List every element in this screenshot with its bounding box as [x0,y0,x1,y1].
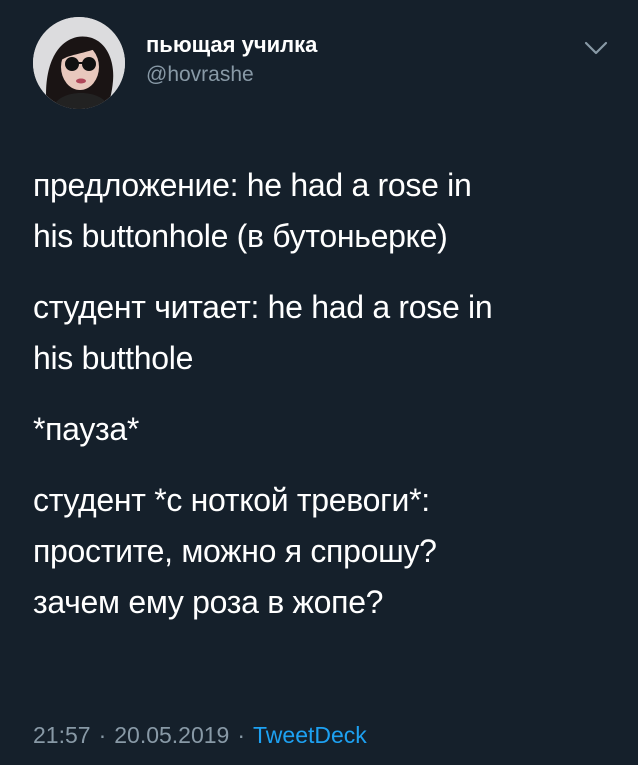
chevron-down-icon [584,41,608,55]
tweet: пьющая училка @hovrashe предложение: he … [0,0,638,765]
user-avatar-photo-icon [33,17,125,109]
tweet-source-link[interactable]: TweetDeck [253,722,367,748]
tweet-paragraph: студент читает: he had a rose in his but… [33,289,493,376]
avatar[interactable] [33,17,125,109]
tweet-date[interactable]: 20.05.2019 [114,722,229,748]
meta-separator: · [98,722,107,748]
author-display-name[interactable]: пьющая училка [146,32,317,58]
meta-separator: · [237,722,246,748]
tweet-meta: 21:57 · 20.05.2019 · TweetDeck [33,722,367,749]
tweet-menu-button[interactable] [582,38,610,58]
tweet-paragraph: студент *с ноткой тревоги*: простите, мо… [33,482,437,620]
tweet-time[interactable]: 21:57 [33,722,91,748]
author-handle[interactable]: @hovrashe [146,63,254,87]
tweet-paragraph: предложение: he had a rose in his button… [33,167,472,254]
tweet-text: предложение: he had a rose in his button… [33,160,623,648]
tweet-paragraph: *пауза* [33,411,140,447]
